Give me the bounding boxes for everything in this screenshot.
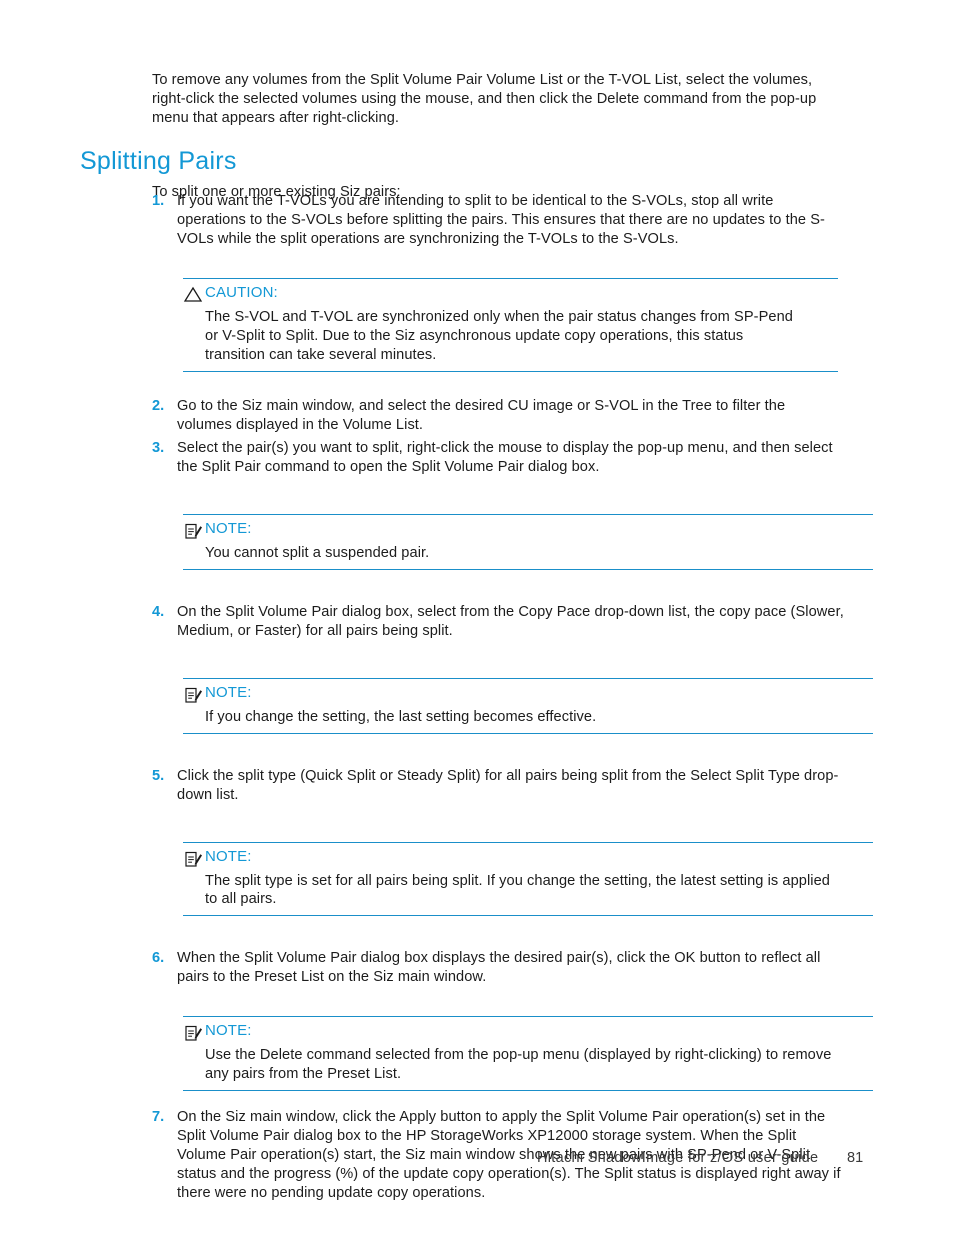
step-text: Select the pair(s) you want to split, ri…: [177, 439, 833, 475]
note-header: NOTE:: [183, 683, 873, 704]
note-text: If you change the setting, the last sett…: [205, 708, 597, 725]
step-item-6: 6. When the Split Volume Pair dialog box…: [0, 949, 954, 987]
step-number: 2.: [152, 397, 165, 414]
step-text: When the Split Volume Pair dialog box di…: [177, 950, 821, 986]
caution-label: CAUTION:: [205, 283, 278, 301]
caution-top-rule: [183, 277, 838, 279]
footer-title: Hitachi ShadowImage for z/OS user guide: [537, 1150, 819, 1166]
step-number: 5.: [152, 767, 165, 784]
note-text: The split type is set for all pairs bein…: [205, 872, 830, 908]
note-header: NOTE:: [183, 1023, 873, 1041]
note-top-rule: [183, 513, 873, 515]
step-number: 1.: [152, 193, 165, 209]
step-text: If you want the T-VOLs you are intending…: [177, 193, 825, 247]
step-item-3: 3. Select the pair(s) you want to split,…: [0, 439, 954, 477]
note-label: NOTE:: [205, 519, 252, 537]
step-number: 7.: [152, 1109, 165, 1126]
note-box-4: NOTE: Use the Delete command selected fr…: [183, 1009, 873, 1098]
note-box-3: NOTE: The split type is set for all pair…: [183, 835, 873, 924]
note-text: Use the Delete command selected from the…: [205, 1047, 832, 1083]
note-header: NOTE:: [183, 847, 873, 868]
step-number: 3.: [152, 439, 165, 456]
note-label: NOTE:: [205, 683, 252, 701]
caution-text: The S-VOL and T-VOL are synchronized onl…: [205, 308, 793, 363]
intro-paragraph: To remove any volumes from the Split Vol…: [152, 71, 817, 126]
document-page: To remove any volumes from the Split Vol…: [0, 0, 954, 1235]
note-top-rule: [183, 841, 873, 843]
step-item-5: 5. Click the split type (Quick Split or …: [0, 767, 954, 805]
note-top-rule: [183, 677, 873, 679]
note-header: NOTE:: [183, 519, 873, 540]
caution-header: CAUTION:: [183, 283, 838, 304]
warning-triangle-icon: [183, 286, 205, 304]
footer-page-number: 81: [847, 1150, 864, 1166]
note-text: You cannot split a suspended pair.: [205, 544, 430, 561]
step-text: Go to the Siz main window, and select th…: [177, 397, 786, 433]
note-box-2: NOTE: If you change the setting, the las…: [183, 671, 873, 741]
note-bottom-rule: [183, 568, 873, 570]
note-label: NOTE:: [205, 847, 252, 865]
step-item-2: 2. Go to the Siz main window, and select…: [0, 397, 954, 435]
step-item-4: 4. On the Split Volume Pair dialog box, …: [0, 603, 954, 641]
step-text: On the Split Volume Pair dialog box, sel…: [177, 603, 844, 639]
step-item-1: 1. If you want the T-VOLs you are intend…: [0, 192, 954, 249]
page-title: Splitting Pairs: [80, 146, 237, 175]
note-clipboard-icon: [183, 850, 205, 868]
note-bottom-rule: [183, 1090, 873, 1092]
caution-box: CAUTION: The S-VOL and T-VOL are synchro…: [183, 271, 838, 379]
note-box-1: NOTE: You cannot split a suspended pair.: [183, 507, 873, 577]
note-bottom-rule: [183, 915, 873, 917]
step-text: Click the split type (Quick Split or Ste…: [177, 767, 839, 803]
note-bottom-rule: [183, 732, 873, 734]
caution-bottom-rule: [183, 370, 838, 372]
procedure-list: 1. If you want the T-VOLs you are intend…: [0, 192, 954, 1207]
step-number: 4.: [152, 603, 165, 620]
note-label: NOTE:: [205, 1022, 252, 1040]
note-clipboard-icon: [183, 522, 205, 540]
note-clipboard-icon: [183, 686, 205, 704]
step-number: 6.: [152, 950, 165, 967]
note-clipboard-icon: [183, 1024, 205, 1042]
page-footer: Hitachi ShadowImage for z/OS user guide …: [0, 1150, 954, 1172]
note-top-rule: [183, 1016, 873, 1018]
